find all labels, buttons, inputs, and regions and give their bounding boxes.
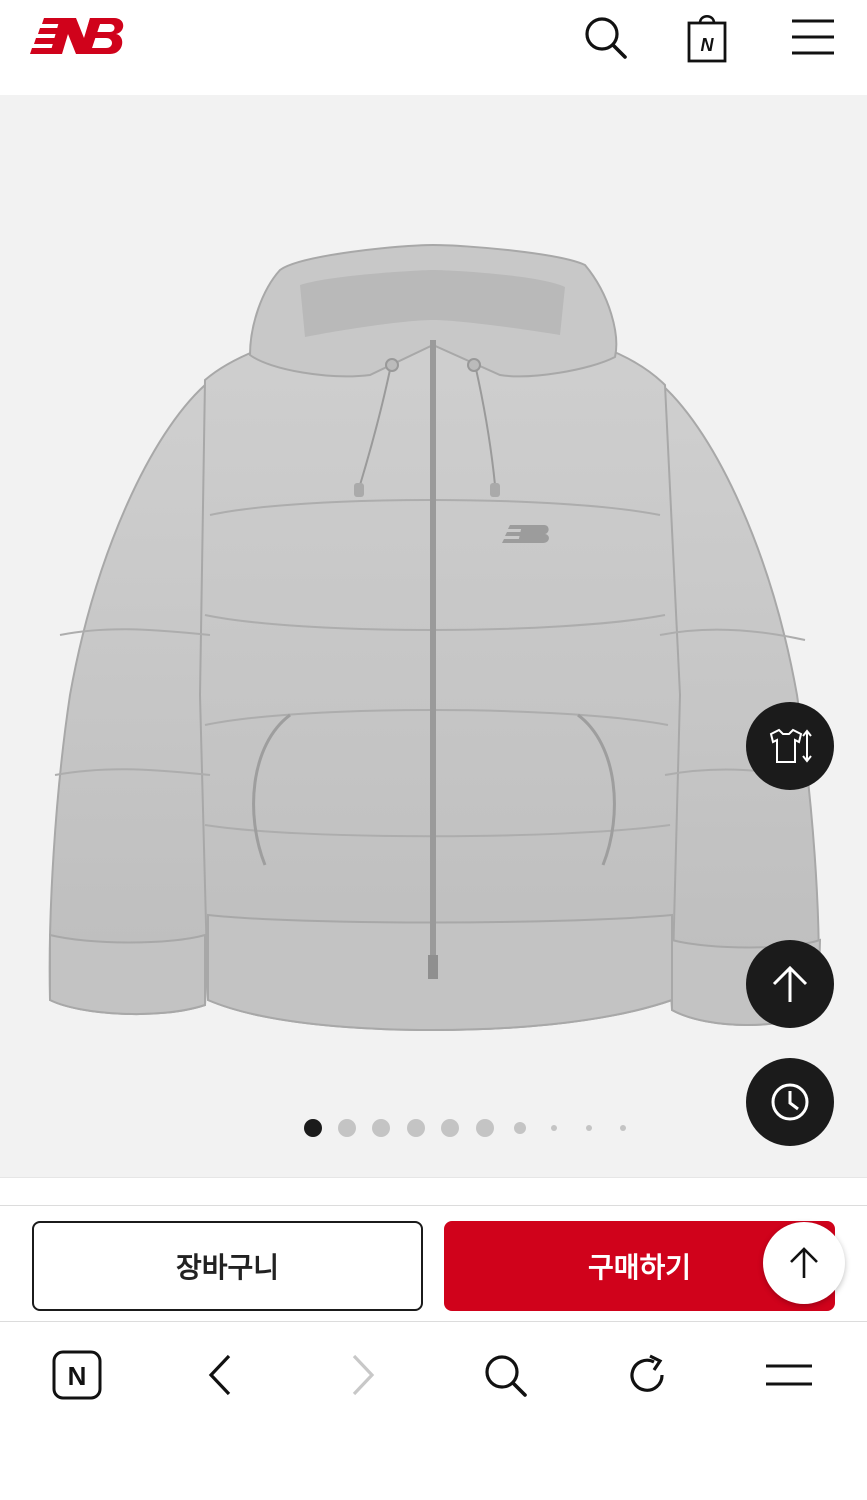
carousel-dot-5[interactable] (441, 1119, 459, 1137)
carousel-dot-1[interactable] (304, 1119, 322, 1137)
bag-letter: N (701, 35, 715, 55)
carousel-dot-6[interactable] (476, 1119, 494, 1137)
site-header: N (0, 0, 867, 95)
hamburger-menu-icon[interactable] (786, 10, 840, 64)
back-chevron-icon (208, 1354, 231, 1396)
new-balance-logo-icon[interactable] (30, 12, 126, 58)
product-image-gallery[interactable] (0, 95, 867, 1177)
size-guide-button[interactable] (746, 702, 834, 790)
purchase-action-bar: 장바구니 구매하기 (0, 1205, 867, 1322)
browser-toolbar: N (0, 1323, 867, 1500)
carousel-pagination (0, 1113, 867, 1143)
buy-now-label: 구매하기 (587, 1251, 692, 1284)
carousel-dot-10[interactable] (620, 1125, 626, 1131)
carousel-dot-9[interactable] (586, 1125, 592, 1131)
clock-history-icon (771, 1083, 809, 1121)
search-icon (485, 1355, 527, 1397)
arrow-up-icon (772, 965, 808, 1002)
section-spacer (0, 1177, 867, 1205)
add-to-cart-button[interactable]: 장바구니 (32, 1221, 423, 1311)
scroll-top-small-button[interactable] (763, 1222, 845, 1304)
carousel-dot-2[interactable] (338, 1119, 356, 1137)
forward-button[interactable] (333, 1345, 393, 1405)
search-icon[interactable] (578, 10, 632, 64)
app-root: N 장바구니 구매하기 N (0, 0, 867, 1500)
carousel-dot-8[interactable] (551, 1125, 557, 1131)
back-button[interactable] (190, 1345, 250, 1405)
carousel-dot-7[interactable] (514, 1122, 526, 1134)
menu-icon (766, 1364, 812, 1386)
product-image[interactable] (0, 95, 867, 1095)
carousel-dot-3[interactable] (372, 1119, 390, 1137)
carousel-dot-4[interactable] (407, 1119, 425, 1137)
recently-viewed-button[interactable] (746, 1058, 834, 1146)
add-to-cart-label: 장바구니 (175, 1251, 280, 1284)
forward-chevron-icon (352, 1354, 375, 1396)
browser-search-button[interactable] (475, 1345, 535, 1405)
arrow-up-icon (790, 1247, 818, 1278)
naver-home-letter: N (68, 1361, 87, 1391)
scroll-top-button[interactable] (746, 940, 834, 1028)
size-guide-icon (769, 728, 812, 763)
shopping-bag-icon[interactable]: N (680, 10, 734, 64)
refresh-button[interactable] (617, 1345, 677, 1405)
refresh-icon (630, 1354, 664, 1392)
naver-home-button[interactable]: N (47, 1345, 107, 1405)
naver-home-icon: N (52, 1350, 102, 1400)
browser-menu-button[interactable] (759, 1345, 819, 1405)
